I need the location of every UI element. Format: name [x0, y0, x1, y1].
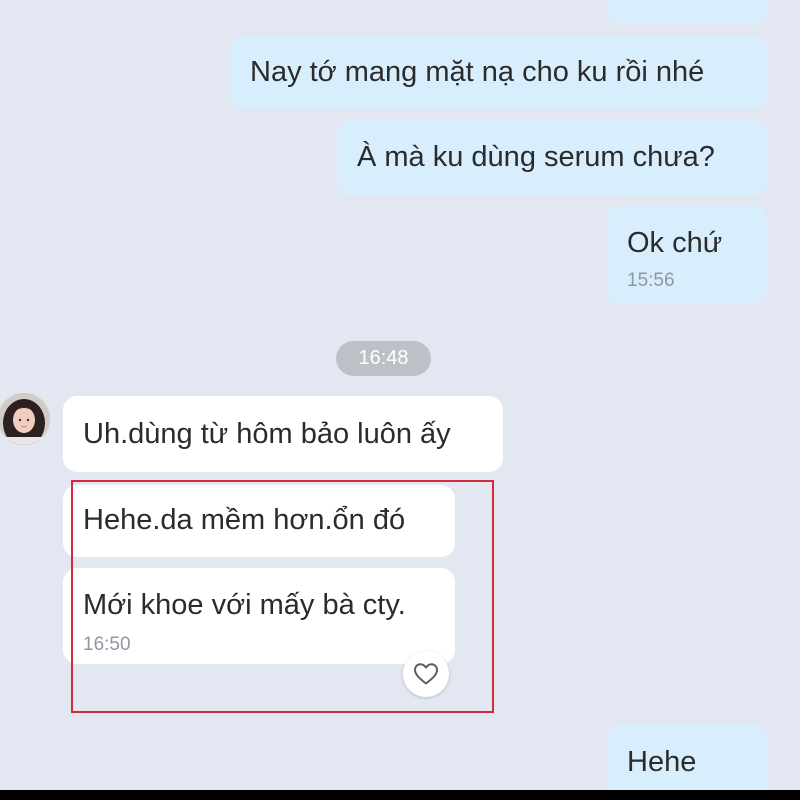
- bottom-black-bar: [0, 790, 800, 800]
- chat-thread: Nay tớ mang mặt nạ cho ku rồi nhé À mà k…: [0, 0, 800, 790]
- message-time: 15:56: [627, 270, 675, 291]
- time-divider: 16:48: [336, 341, 431, 376]
- outgoing-message-bubble[interactable]: Nay tớ mang mặt nạ cho ku rồi nhé: [230, 35, 767, 109]
- avatar-image: [0, 393, 50, 445]
- outgoing-message-bubble[interactable]: Hehe: [607, 724, 767, 790]
- message-text: Uh.dùng từ hôm bảo luôn ấy: [83, 418, 451, 450]
- heart-icon: [414, 663, 438, 685]
- outgoing-message-bubble-cropped[interactable]: [607, 0, 767, 24]
- contact-avatar[interactable]: [0, 393, 50, 445]
- message-text: Nay tớ mang mặt nạ cho ku rồi nhé: [250, 56, 705, 88]
- incoming-message-bubble[interactable]: Uh.dùng từ hôm bảo luôn ấy: [63, 396, 503, 472]
- message-text: Ok chứ: [627, 227, 723, 259]
- message-text: Hehe: [627, 746, 697, 778]
- message-text: À mà ku dùng serum chưa?: [357, 141, 715, 173]
- react-button[interactable]: [403, 651, 449, 697]
- outgoing-message-bubble[interactable]: À mà ku dùng serum chưa?: [337, 120, 767, 196]
- outgoing-message-bubble[interactable]: Ok chứ 15:56: [607, 206, 767, 304]
